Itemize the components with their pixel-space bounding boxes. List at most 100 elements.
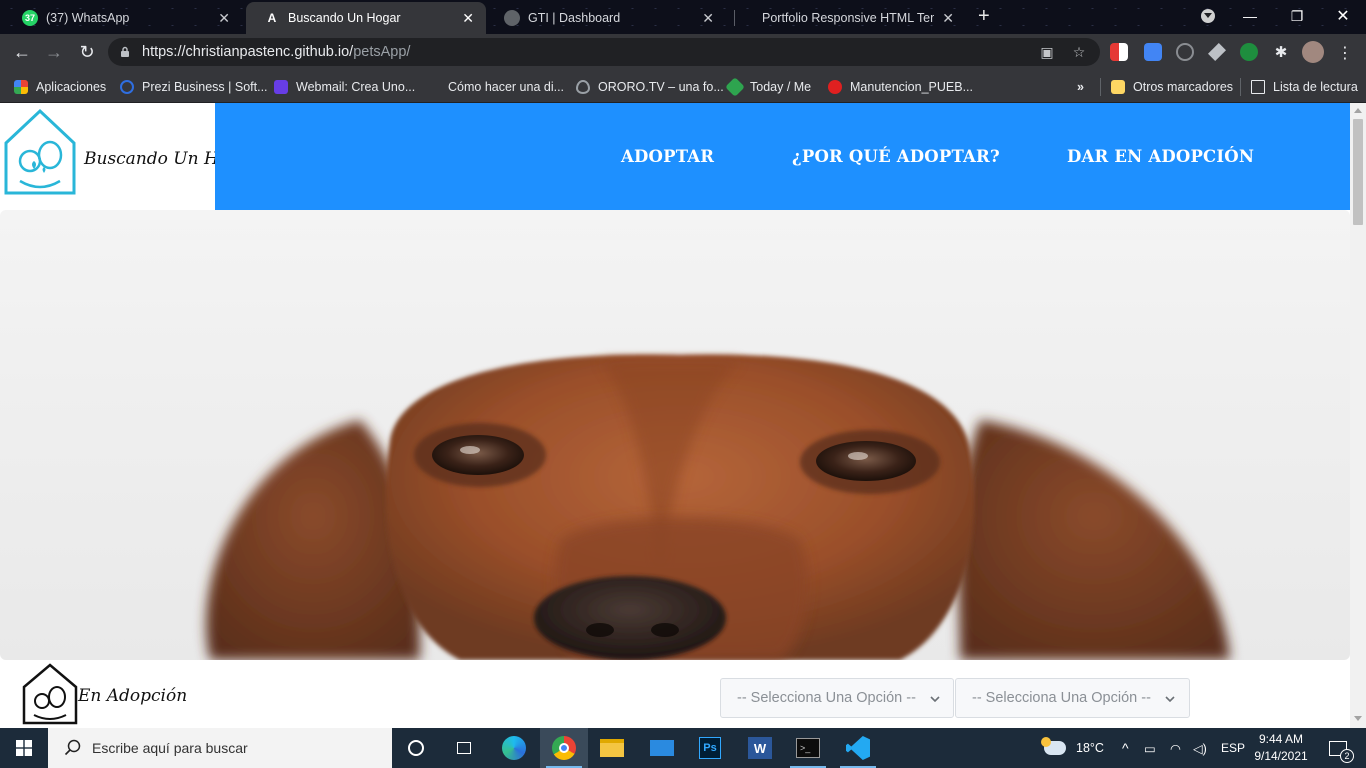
minimize-icon[interactable]: — <box>1227 0 1273 32</box>
scroll-up-icon[interactable] <box>1354 108 1362 113</box>
red-dot-icon <box>828 80 842 94</box>
ororo-icon <box>576 80 590 94</box>
reading-list-icon <box>1251 80 1265 94</box>
cortana-icon[interactable] <box>392 728 440 768</box>
extensions-puzzle-icon[interactable]: ✱ <box>1272 43 1290 61</box>
weather-widget[interactable]: 18°C <box>1041 728 1104 768</box>
word-icon[interactable]: W <box>736 728 784 768</box>
en-adopcion-logo: En Adopción <box>20 663 187 725</box>
profile-avatar-icon[interactable] <box>1302 41 1324 63</box>
chevron-down-icon <box>930 690 940 706</box>
chrome-taskbar-icon[interactable] <box>540 728 588 768</box>
mail-icon[interactable] <box>638 728 686 768</box>
bookmarks-overflow-button[interactable]: » <box>1077 78 1084 96</box>
close-tab-icon[interactable]: ✕ <box>462 10 474 27</box>
notification-count: 2 <box>1340 748 1354 763</box>
restore-icon[interactable]: ❐ <box>1274 0 1320 32</box>
bookmark-ororo[interactable]: ORORO.TV – una fo... <box>576 78 724 96</box>
tab-portfolio[interactable]: Portfolio Responsive HTML Temp ✕ <box>744 2 966 34</box>
close-tab-icon[interactable]: ✕ <box>702 10 714 27</box>
nav-por-que-adoptar[interactable]: ¿POR QUÉ ADOPTAR? <box>792 147 1000 166</box>
bookmark-prezi[interactable]: Prezi Business | Soft... <box>120 78 268 96</box>
reload-icon[interactable]: ↻ <box>75 41 99 63</box>
back-arrow-icon[interactable]: ← <box>10 41 34 63</box>
search-placeholder: Escribe aquí para buscar <box>92 740 248 756</box>
tab-buscando-un-hogar[interactable]: A Buscando Un Hogar ✕ <box>246 2 486 34</box>
bookmark-label: Aplicaciones <box>36 80 107 94</box>
scroll-down-icon[interactable] <box>1354 716 1362 721</box>
weather-temp: 18°C <box>1076 741 1104 755</box>
bookmark-label: Cómo hacer una di... <box>448 80 565 94</box>
wifi-icon[interactable]: ◠ <box>1170 728 1181 768</box>
google-translate-icon[interactable] <box>1144 43 1162 61</box>
tray-overflow-icon[interactable]: ^ <box>1122 728 1129 768</box>
tab-gti-dashboard[interactable]: GTI | Dashboard ✕ <box>486 2 726 34</box>
task-view-icon[interactable] <box>440 728 488 768</box>
dachshund-photo <box>206 354 1230 660</box>
forward-arrow-icon[interactable]: → <box>42 41 66 63</box>
edge-icon[interactable] <box>490 728 538 768</box>
taskbar-search[interactable]: Escribe aquí para buscar <box>48 728 392 768</box>
chrome-menu-icon[interactable]: ⋮ <box>1336 43 1354 62</box>
battery-icon[interactable]: ▭ <box>1144 728 1156 768</box>
browser-tab-strip: 37 (37) WhatsApp ✕ A Buscando Un Hogar ✕… <box>0 0 1366 34</box>
extension-record-icon[interactable] <box>1110 43 1128 61</box>
sync-extension-icon[interactable] <box>1176 43 1194 61</box>
windows-logo-icon <box>16 740 32 756</box>
bookmark-manutencion[interactable]: Manutencion_PUEB... <box>828 78 973 96</box>
select-value: -- Selecciona Una Opción -- <box>972 690 1151 706</box>
tab-search-icon[interactable] <box>1185 0 1231 32</box>
scrollbar-thumb[interactable] <box>1353 119 1363 225</box>
bookmark-today-me[interactable]: Today / Me <box>725 77 812 97</box>
globe-icon <box>504 10 520 26</box>
green-extension-icon[interactable] <box>1240 43 1258 61</box>
filter-select-2[interactable]: -- Selecciona Una Opción -- <box>955 678 1190 718</box>
new-tab-icon[interactable]: + <box>978 6 990 26</box>
search-icon <box>64 739 81 756</box>
bookmark-label: Webmail: Crea Uno... <box>296 80 416 94</box>
url-host: https://christianpastenc.github.io/ <box>142 44 354 60</box>
reading-list-button[interactable]: Lista de lectura <box>1240 78 1358 96</box>
lock-icon <box>121 46 129 57</box>
photoshop-icon[interactable]: Ps <box>686 728 734 768</box>
tab-title: (37) WhatsApp <box>46 11 130 25</box>
nav-dar-en-adopcion[interactable]: DAR EN ADOPCIÓN <box>1067 147 1254 166</box>
file-explorer-icon[interactable] <box>588 728 636 768</box>
close-tab-icon[interactable]: ✕ <box>942 10 954 27</box>
bookmark-label: ORORO.TV – una fo... <box>598 80 724 94</box>
translate-icon[interactable]: ▣ <box>1038 44 1056 60</box>
clock[interactable]: 9:44 AM 9/14/2021 <box>1254 728 1308 768</box>
bookmark-aplicaciones[interactable]: Aplicaciones <box>14 78 106 96</box>
input-language[interactable]: ESP <box>1221 728 1245 768</box>
windows-start-button[interactable] <box>0 728 48 768</box>
vscode-icon[interactable] <box>834 728 882 768</box>
url-text[interactable]: https://christianpastenc.github.io/petsA… <box>142 44 410 60</box>
nav-adoptar[interactable]: ADOPTAR <box>621 147 714 166</box>
close-window-icon[interactable]: ✕ <box>1320 0 1366 32</box>
address-bar[interactable]: https://christianpastenc.github.io/petsA… <box>108 38 1100 66</box>
paint-extension-icon[interactable] <box>1208 43 1226 61</box>
tab-whatsapp[interactable]: 37 (37) WhatsApp ✕ <box>4 2 242 34</box>
filter-select-1[interactable]: -- Selecciona Una Opción -- <box>720 678 954 718</box>
tab-title: Portfolio Responsive HTML Temp <box>762 11 935 25</box>
site-logo[interactable]: Buscando Un Hogar <box>0 103 258 210</box>
page-scrollbar[interactable] <box>1350 103 1366 728</box>
bookmark-label: Today / Me <box>750 80 812 94</box>
bookmark-como-hacer[interactable]: Cómo hacer una di... <box>448 78 564 96</box>
terminal-icon[interactable]: >_ <box>784 728 832 768</box>
main-navigation: ADOPTAR ¿POR QUÉ ADOPTAR? DAR EN ADOPCIÓ… <box>215 103 1350 210</box>
clock-date: 9/14/2021 <box>1254 749 1308 763</box>
notification-center-icon[interactable]: 2 <box>1318 728 1358 768</box>
chevron-down-icon <box>1165 690 1175 706</box>
tab-title: Buscando Un Hogar <box>288 11 401 25</box>
hostinger-icon <box>274 80 288 94</box>
folder-icon <box>1111 80 1125 94</box>
volume-icon[interactable]: ◁) <box>1193 728 1207 768</box>
select-value: -- Selecciona Una Opción -- <box>737 690 916 706</box>
cloudy-weather-icon <box>1041 737 1066 755</box>
today-icon <box>725 77 745 97</box>
bookmark-star-icon[interactable]: ☆ <box>1070 44 1088 60</box>
bookmark-webmail[interactable]: Webmail: Crea Uno... <box>274 78 415 96</box>
other-bookmarks-folder[interactable]: Otros marcadores <box>1100 78 1233 96</box>
close-tab-icon[interactable]: ✕ <box>218 10 230 27</box>
